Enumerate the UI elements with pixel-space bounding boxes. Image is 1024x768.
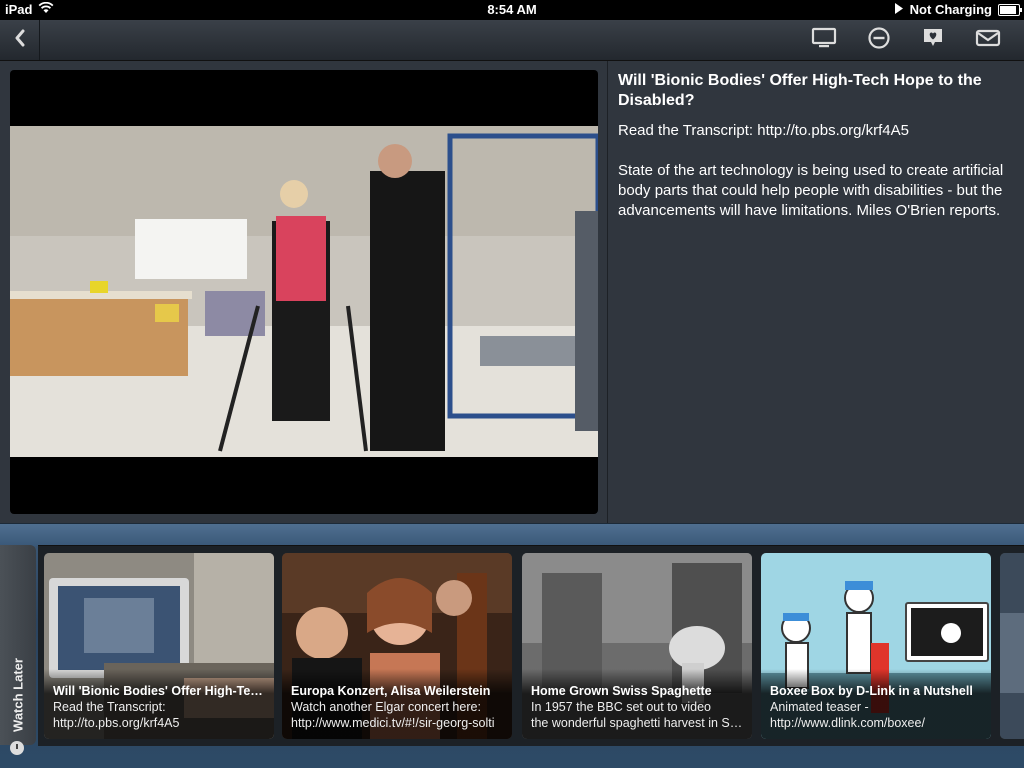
- favorite-button[interactable]: [919, 27, 947, 53]
- main-content: Will 'Bionic Bodies' Offer High-Tech Hop…: [0, 61, 1024, 523]
- card-line-2: http://www.dlink.com/boxee/: [770, 716, 925, 730]
- watch-later-card[interactable]: Europa Konzert, Alisa Weilerstein Watch …: [282, 553, 512, 739]
- watch-later-card[interactable]: Will 'Bionic Bodies' Offer High-Tech Hop…: [44, 553, 274, 739]
- card-line-1: Watch another Elgar concert here:: [291, 700, 481, 714]
- watch-later-label: Watch Later: [10, 658, 26, 732]
- video-title: Will 'Bionic Bodies' Offer High-Tech Hop…: [618, 72, 982, 109]
- play-icon: [894, 2, 904, 17]
- airplay-tv-button[interactable]: [810, 27, 838, 53]
- chevron-left-icon: [14, 29, 26, 52]
- toolbar: [0, 20, 1024, 61]
- strip-header: [0, 523, 1024, 546]
- card-title: Boxee Box by D-Link in a Nutshell: [770, 684, 973, 698]
- video-description: State of the art technology is being use…: [618, 162, 1004, 219]
- watch-later-tray[interactable]: Will 'Bionic Bodies' Offer High-Tech Hop…: [38, 545, 1024, 746]
- watch-later-card[interactable]: Boxee Box by D-Link in a Nutshell Animat…: [761, 553, 991, 739]
- card-line-1: In 1957 the BBC set out to video: [531, 700, 711, 714]
- card-line-2: the wonderful spaghetti harvest in Switz…: [531, 716, 744, 730]
- tv-icon: [811, 27, 837, 54]
- watch-later-strip: Watch Later Will 'Bionic Bodies' Offer H…: [0, 523, 1024, 768]
- watch-later-card[interactable]: Home Grown Swiss Spaghette In 1957 the B…: [522, 553, 752, 739]
- pane-divider: [607, 61, 608, 523]
- card-title: Will 'Bionic Bodies' Offer High-Tech Hop…: [53, 684, 266, 698]
- battery-fill: [1000, 5, 1017, 14]
- card-title: Home Grown Swiss Spaghette: [531, 684, 712, 698]
- card-title: Europa Konzert, Alisa Weilerstein: [291, 684, 491, 698]
- video-player[interactable]: [10, 70, 598, 514]
- battery-icon: [998, 3, 1022, 16]
- video-transcript-link[interactable]: Read the Transcript: http://to.pbs.org/k…: [618, 121, 1016, 141]
- charging-status: Not Charging: [909, 2, 992, 17]
- minus-circle-icon: [867, 26, 891, 55]
- back-button[interactable]: [0, 20, 40, 60]
- card-line-1: Read the Transcript:: [53, 700, 166, 714]
- video-info: Will 'Bionic Bodies' Offer High-Tech Hop…: [618, 71, 1016, 241]
- mail-button[interactable]: [974, 27, 1002, 53]
- card-line-2: http://www.medici.tv/#!/sir-georg-solti: [291, 716, 495, 730]
- watch-later-tab[interactable]: Watch Later: [0, 545, 36, 755]
- card-thumbnail: [1000, 553, 1024, 739]
- card-line-1: Animated teaser -: [770, 700, 869, 714]
- heart-bubble-icon: [921, 26, 945, 55]
- remove-button[interactable]: [865, 26, 893, 55]
- status-bar: iPad 8:54 AM Not Charging: [0, 0, 1024, 20]
- watch-later-card-partial[interactable]: [1000, 553, 1024, 739]
- mail-icon: [975, 28, 1001, 53]
- status-right: Not Charging: [894, 2, 1022, 17]
- video-frame-image: [10, 126, 598, 457]
- clock-icon: [10, 741, 24, 755]
- status-time: 8:54 AM: [487, 2, 537, 17]
- card-line-2: http://to.pbs.org/krf4A5: [53, 716, 180, 730]
